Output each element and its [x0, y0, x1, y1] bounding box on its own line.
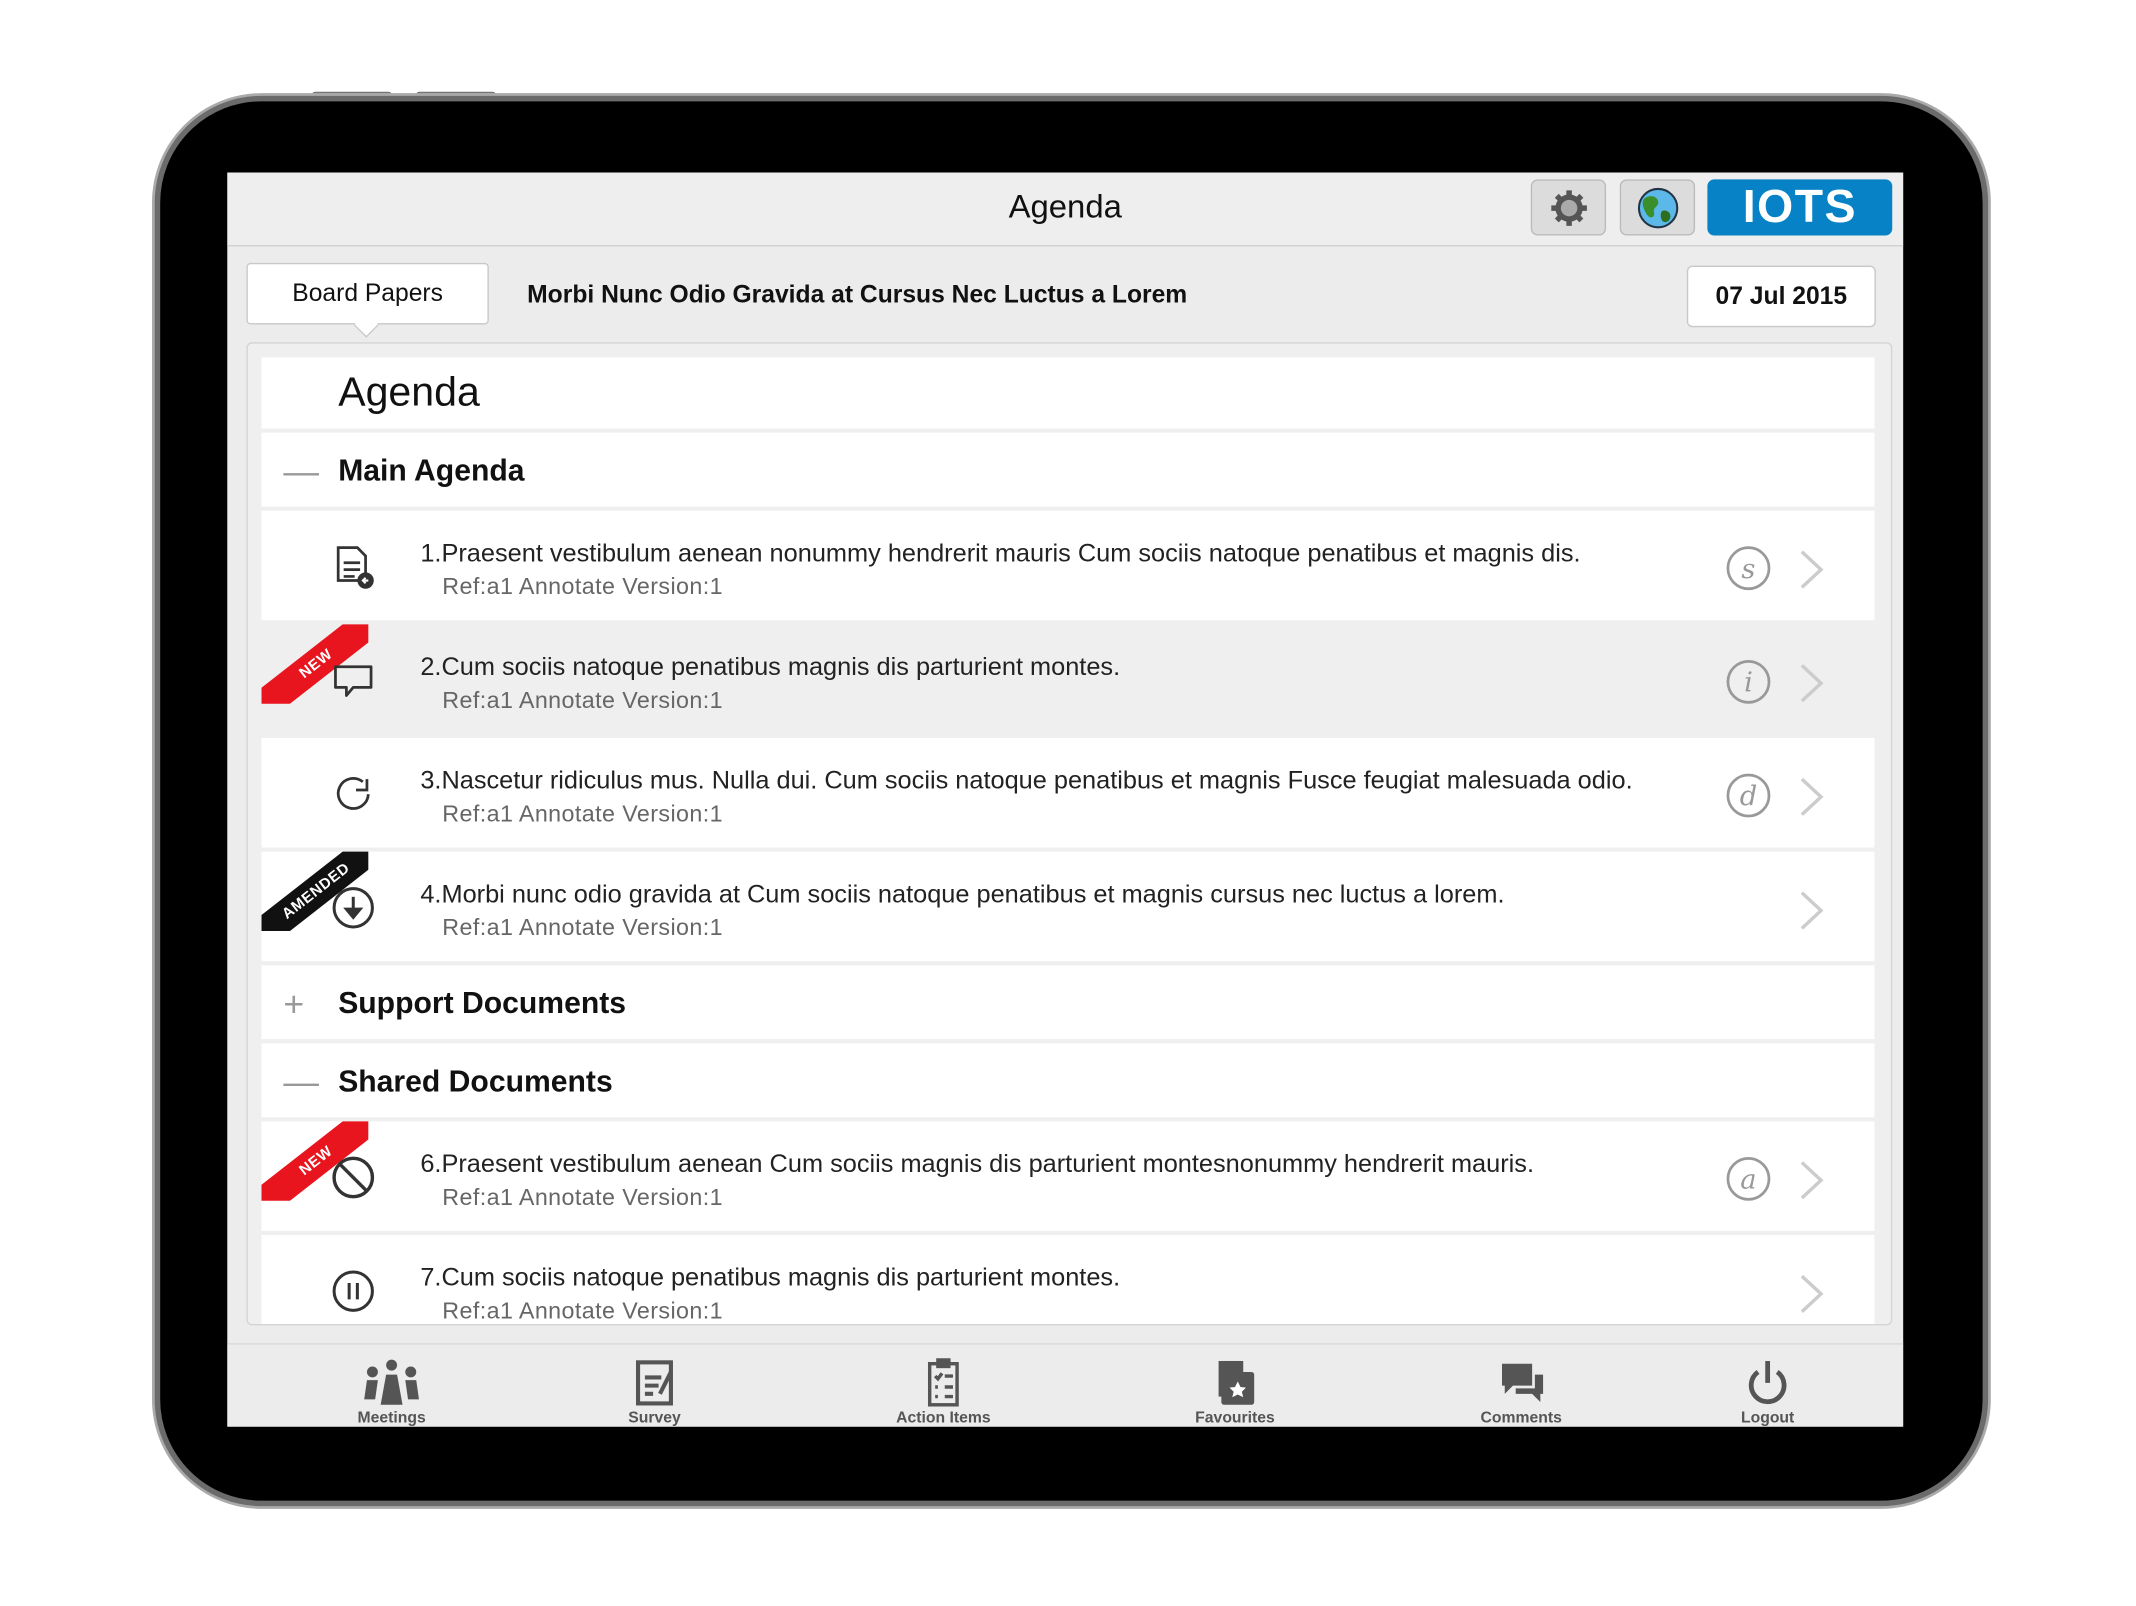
chevron-right-icon	[1800, 891, 1824, 930]
chevron-right-icon	[1800, 550, 1824, 589]
section-label: Shared Documents	[338, 1063, 613, 1099]
section-header[interactable]: — Main Agenda	[261, 432, 1875, 507]
open-item-button[interactable]	[1798, 663, 1825, 711]
tab-action-items[interactable]: Action Items	[868, 1358, 1019, 1427]
collapse-icon[interactable]: —	[283, 1061, 319, 1103]
agenda-list: Agenda — Main Agenda 1.Praesent vestibulum …	[261, 357, 1875, 1325]
item-title: 3.Nascetur ridiculus mus. Nulla dui. Cum…	[420, 765, 1633, 795]
board-papers-tab[interactable]: Board Papers	[246, 262, 489, 325]
top-bar: Agenda IOTS	[227, 172, 1904, 247]
chevron-right-icon	[1800, 1274, 1824, 1313]
tab-label: Comments	[1480, 1410, 1562, 1427]
agenda-item[interactable]: AMENDED 4.Morbi nunc odio gravida at Cum …	[261, 851, 1875, 962]
item-ref: Ref:a1 Annotate Version:1	[442, 687, 724, 714]
iots-logo: IOTS	[1707, 179, 1893, 236]
speech-bubble-icon	[330, 657, 377, 704]
bottom-tab-bar: Meetings Survey Action Items Favourites Comm…	[227, 1343, 1904, 1427]
tab-label: Logout	[1740, 1410, 1795, 1427]
agenda-heading: Agenda	[261, 357, 1875, 429]
collapse-icon[interactable]: —	[283, 450, 319, 492]
meeting-date[interactable]: 07 Jul 2015	[1686, 265, 1876, 328]
favourites-icon	[1160, 1358, 1311, 1407]
item-ref: Ref:a1 Annotate Version:1	[442, 800, 724, 827]
item-ref: Ref:a1 Annotate Version:1	[442, 573, 724, 600]
document-add-icon	[330, 544, 377, 591]
item-ref: Ref:a1 Annotate Version:1	[442, 1184, 724, 1211]
item-title: 2.Cum sociis natoque penatibus magnis di…	[420, 651, 1121, 681]
chevron-right-icon	[1800, 777, 1824, 816]
action-items-icon	[868, 1358, 1019, 1407]
open-item-button[interactable]	[1798, 549, 1825, 597]
agenda-item[interactable]: NEW 6.Praesent vestibulum aenean Cum soci…	[261, 1121, 1875, 1231]
item-title: 1.Praesent vestibulum aenean nonummy hen…	[420, 538, 1581, 567]
chevron-right-icon	[1800, 664, 1824, 703]
refresh-icon	[330, 771, 377, 818]
agenda-item[interactable]: 3.Nascetur ridiculus mus. Nulla dui. Cum…	[261, 737, 1875, 848]
tab-favourites[interactable]: Favourites	[1160, 1358, 1311, 1427]
tab-label: Favourites	[1195, 1410, 1275, 1427]
survey-icon	[579, 1358, 730, 1407]
status-badge[interactable]: a	[1726, 1156, 1771, 1201]
agenda-item[interactable]: 1.Praesent vestibulum aenean nonummy hen…	[261, 510, 1875, 621]
section-label: Support Documents	[338, 985, 627, 1021]
item-ref: Ref:a1 Annotate Version:1	[442, 914, 724, 941]
section-header[interactable]: — Shared Documents	[261, 1043, 1875, 1118]
section-label: Main Agenda	[338, 453, 525, 488]
tab-label: Action Items	[896, 1410, 991, 1427]
tab-logout[interactable]: Logout	[1692, 1358, 1843, 1427]
status-badge[interactable]: i	[1726, 659, 1771, 704]
meetings-icon	[316, 1358, 467, 1407]
screen: Agenda IOTS Board Papers Morbi Nunc Odio…	[227, 172, 1904, 1427]
expand-icon[interactable]: +	[283, 983, 304, 1025]
sub-header: Board Papers Morbi Nunc Odio Gravida at …	[227, 246, 1903, 342]
agenda-item[interactable]: NEW 2.Cum sociis natoque penatibus magnis…	[261, 624, 1875, 734]
open-item-button[interactable]	[1798, 890, 1825, 938]
status-badge[interactable]: d	[1726, 773, 1771, 818]
item-ref: Ref:a1 Annotate Version:1	[442, 1298, 724, 1325]
agenda-panel: Agenda — Main Agenda 1.Praesent vestibulum …	[246, 342, 1893, 1326]
tab-label: Survey	[628, 1410, 681, 1427]
globe-icon	[1637, 187, 1678, 228]
agenda-item[interactable]: 7.Cum sociis natoque penatibus magnis di…	[261, 1235, 1875, 1325]
section-header[interactable]: + Support Documents	[261, 965, 1875, 1040]
tab-meetings[interactable]: Meetings	[316, 1358, 467, 1427]
item-title: 7.Cum sociis natoque penatibus magnis di…	[420, 1262, 1121, 1292]
tab-survey[interactable]: Survey	[579, 1358, 730, 1427]
meeting-title: Morbi Nunc Odio Gravida at Cursus Nec Lu…	[527, 280, 1188, 309]
open-item-button[interactable]	[1798, 1273, 1825, 1321]
language-button[interactable]	[1619, 179, 1696, 236]
settings-button[interactable]	[1530, 179, 1607, 236]
tab-comments[interactable]: Comments	[1446, 1358, 1597, 1427]
chevron-right-icon	[1800, 1161, 1824, 1200]
download-circle-icon	[330, 885, 377, 932]
gear-icon	[1550, 189, 1587, 226]
open-item-button[interactable]	[1798, 776, 1825, 824]
item-title: 6.Praesent vestibulum aenean Cum sociis …	[420, 1148, 1534, 1178]
pause-circle-icon	[330, 1268, 377, 1315]
comments-icon	[1446, 1358, 1597, 1407]
open-item-button[interactable]	[1798, 1160, 1825, 1208]
prohibited-icon	[330, 1154, 377, 1201]
status-badge[interactable]: s	[1726, 546, 1771, 591]
tab-label: Meetings	[357, 1410, 426, 1427]
item-title: 4.Morbi nunc odio gravida at Cum sociis …	[420, 879, 1505, 908]
logout-icon	[1692, 1358, 1843, 1407]
